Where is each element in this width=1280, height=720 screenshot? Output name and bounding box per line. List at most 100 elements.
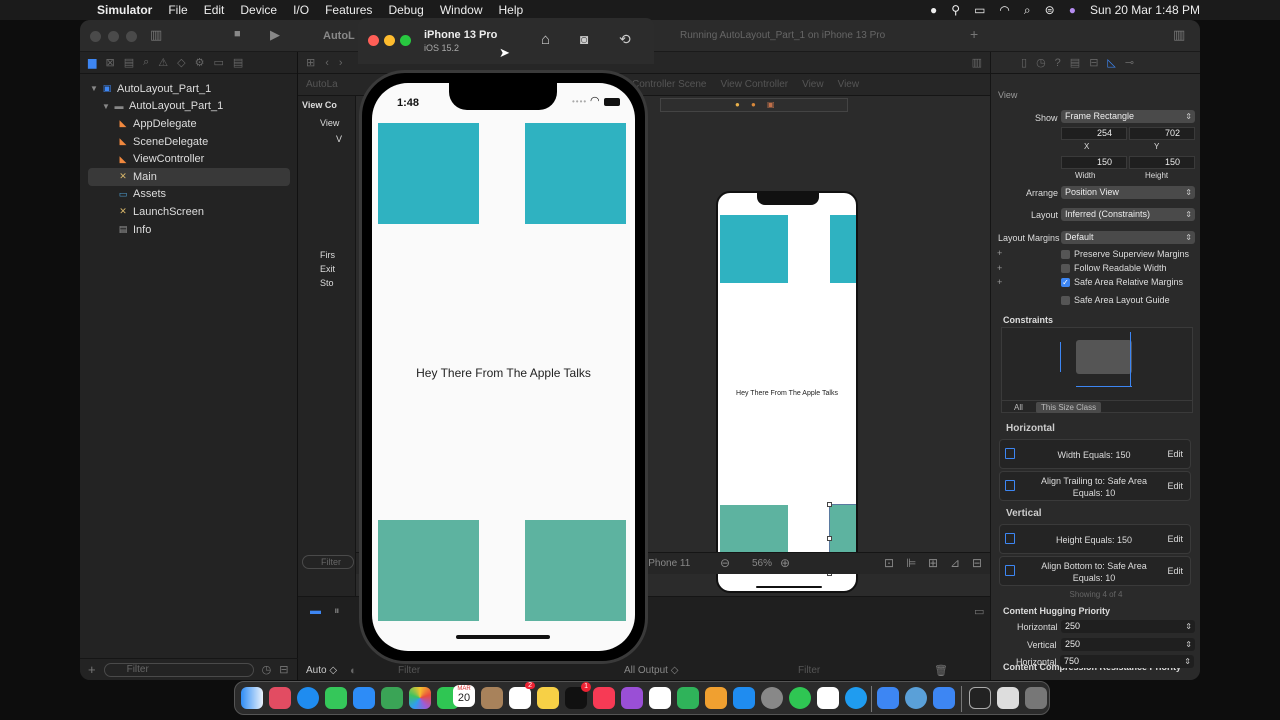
console-filter-input[interactable]: Filter	[798, 665, 820, 676]
messages-icon[interactable]	[325, 687, 347, 709]
app-store-icon[interactable]	[733, 687, 755, 709]
jump-item[interactable]: View	[802, 79, 824, 90]
bottom-constraint-card[interactable]: Align Bottom to: Safe Area Equals: 10 Ed…	[999, 556, 1191, 586]
attributes-inspector-icon[interactable]: ⊟	[1089, 56, 1098, 69]
tree-row-viewcontroller[interactable]: ◣ ViewController	[80, 150, 298, 168]
scene-dock[interactable]: ● ● ▣	[660, 98, 848, 112]
hugging-h-field[interactable]: 250	[1061, 620, 1195, 633]
jump-item[interactable]: AutoLa	[306, 79, 338, 90]
outline-item[interactable]: Firs	[320, 250, 335, 260]
split-editor-icon[interactable]: ▥	[972, 56, 982, 69]
menu-help[interactable]: Help	[499, 3, 524, 17]
trash-dock-icon[interactable]	[1025, 687, 1047, 709]
related-items-icon[interactable]: ⊞	[306, 56, 315, 69]
add-file-icon[interactable]: +	[88, 662, 96, 677]
identity-inspector-icon[interactable]: ▤	[1070, 56, 1080, 69]
home-button-icon[interactable]: ⌂	[541, 31, 550, 48]
y-field[interactable]: 702	[1129, 127, 1195, 140]
device-selector[interactable]: iPhone 11	[646, 558, 690, 569]
control-center-icon[interactable]: ⊜	[1045, 3, 1055, 17]
sim-close-button[interactable]	[368, 35, 379, 46]
maps-icon[interactable]	[381, 687, 403, 709]
phone-screen[interactable]: 1:48 •••• ◠ Hey There From The Apple Tal…	[372, 83, 635, 651]
rotate-icon[interactable]: ⟲	[619, 31, 631, 48]
tree-row-group[interactable]: ▼ ▬ AutoLayout_Part_1	[80, 98, 298, 116]
info-icon[interactable]: ◐	[350, 665, 357, 677]
outline-item[interactable]: View Co	[302, 100, 337, 110]
edit-button[interactable]: Edit	[1167, 534, 1183, 544]
skype-icon[interactable]	[845, 687, 867, 709]
menu-window[interactable]: Window	[440, 3, 483, 17]
minimize-window-button[interactable]	[108, 31, 119, 42]
variables-filter-input[interactable]: Filter	[398, 665, 420, 676]
height-field[interactable]: 150	[1129, 156, 1195, 169]
outline-filter-input[interactable]: Filter	[302, 555, 354, 569]
hugging-v-field[interactable]: 250	[1061, 638, 1195, 651]
menu-io[interactable]: I/O	[293, 3, 309, 17]
menu-features[interactable]: Features	[325, 3, 372, 17]
width-constraint-card[interactable]: Width Equals: 150 Edit	[999, 439, 1191, 469]
add-variation-icon[interactable]: +	[997, 277, 1002, 287]
numbers-icon[interactable]	[677, 687, 699, 709]
wifi-icon[interactable]: ◠	[999, 3, 1009, 17]
layout-popup[interactable]: Inferred (Constraints)	[1061, 208, 1195, 221]
outline-item[interactable]: V	[336, 134, 342, 144]
back-icon[interactable]: ‹	[325, 57, 329, 69]
menu-file[interactable]: File	[168, 3, 187, 17]
finder-icon[interactable]	[241, 687, 263, 709]
menu-app-simulator[interactable]: Simulator	[97, 3, 152, 17]
zoom-window-button[interactable]	[126, 31, 137, 42]
update-frames-icon[interactable]: ⊡	[884, 556, 894, 570]
run-icon[interactable]: ▶	[270, 27, 280, 43]
symbol-tab-icon[interactable]: ▤	[124, 56, 134, 69]
podcasts-icon[interactable]	[621, 687, 643, 709]
top-right-view[interactable]	[830, 215, 856, 283]
embed-icon[interactable]: ⊟	[972, 556, 982, 570]
photos-icon[interactable]	[409, 687, 431, 709]
calendar-icon[interactable]: MAR 20	[453, 685, 475, 707]
scm-filter-icon[interactable]: ⊟	[279, 663, 288, 676]
screenshot-icon[interactable]: ◙	[580, 31, 588, 47]
exit-icon[interactable]: ▣	[767, 100, 775, 109]
safe-area-margins-checkbox[interactable]: ✓	[1061, 278, 1070, 287]
siri-icon[interactable]: ●	[1069, 3, 1076, 17]
resize-handle[interactable]	[827, 502, 832, 507]
debug-toggle-icon[interactable]: ▬	[310, 605, 321, 617]
menu-edit[interactable]: Edit	[204, 3, 225, 17]
slack-icon[interactable]	[817, 687, 839, 709]
inspector-toggle-icon[interactable]: ▥	[1173, 27, 1185, 43]
breakpoint-tab-icon[interactable]: ▭	[213, 56, 223, 69]
viewcontroller-icon[interactable]: ●	[735, 100, 740, 109]
edit-button[interactable]: Edit	[1167, 481, 1183, 491]
add-variation-icon[interactable]: +	[997, 263, 1002, 273]
launchpad-icon[interactable]	[269, 687, 291, 709]
menubar-clock[interactable]: Sun 20 Mar 1:48 PM	[1090, 3, 1200, 17]
size-inspector-icon[interactable]: ◺	[1107, 56, 1115, 69]
keynote-icon[interactable]	[649, 687, 671, 709]
compression-h-field[interactable]: 750	[1060, 655, 1194, 668]
system-preferences-icon[interactable]	[761, 687, 783, 709]
trailing-constraint-card[interactable]: Align Trailing to: Safe Area Equals: 10 …	[999, 471, 1191, 501]
tree-row-launchscreen[interactable]: ✕ LaunchScreen	[80, 203, 298, 221]
first-responder-icon[interactable]: ●	[751, 100, 756, 109]
test-tab-icon[interactable]: ◇	[177, 56, 185, 69]
debug-tab-icon[interactable]: ⚙	[195, 56, 205, 69]
tree-row-scenedelegate[interactable]: ◣ SceneDelegate	[80, 133, 298, 151]
add-constraints-icon[interactable]: ⊞	[928, 556, 938, 570]
music-icon[interactable]	[593, 687, 615, 709]
tree-row-info[interactable]: ▤ Info	[80, 221, 298, 239]
find-tab-icon[interactable]: ⌕	[143, 56, 149, 69]
jump-item[interactable]: View Controller	[720, 79, 788, 90]
layout-margins-popup[interactable]: Default	[1061, 231, 1195, 244]
resize-handle[interactable]	[827, 536, 832, 541]
jump-item[interactable]: View	[838, 79, 860, 90]
instruments-icon[interactable]	[933, 687, 955, 709]
edit-button[interactable]: Edit	[1167, 566, 1183, 576]
disclosure-icon[interactable]: ▼	[90, 84, 100, 93]
report-tab-icon[interactable]: ▤	[233, 56, 243, 69]
zoom-in-icon[interactable]: ⊕	[780, 556, 790, 570]
recent-filter-icon[interactable]: ◷	[262, 663, 272, 676]
contacts-icon[interactable]	[481, 687, 503, 709]
tree-row-appdelegate[interactable]: ◣ AppDelegate	[80, 115, 298, 133]
arrange-popup[interactable]: Position View	[1061, 186, 1195, 199]
